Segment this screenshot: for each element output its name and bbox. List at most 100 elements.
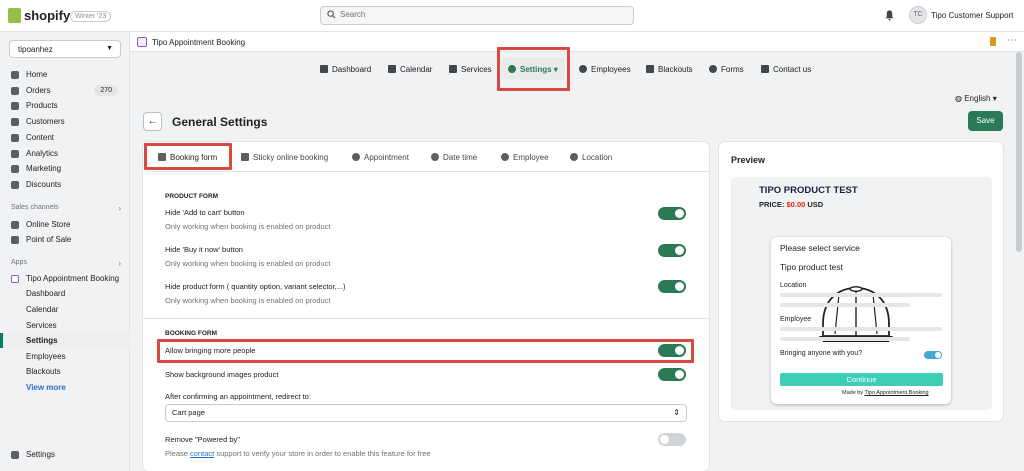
remove-powered-by-label: Remove "Powered by"	[165, 435, 240, 444]
tab-services[interactable]: Services	[449, 64, 492, 76]
sidebar-subitem-settings[interactable]: Settings	[0, 333, 130, 348]
app-title: Tipo Appointment Booking	[152, 38, 246, 47]
tab-sticky-online-booking[interactable]: Sticky online booking	[241, 153, 328, 162]
sidebar-item-online-store[interactable]: Online Store	[0, 217, 130, 232]
settings-highlight-box	[497, 47, 570, 91]
sidebar-item-label: Orders	[26, 86, 51, 95]
widget-location-label: Location	[780, 282, 807, 289]
tag-icon	[11, 102, 19, 110]
avatar[interactable]: TC	[909, 6, 927, 24]
hide-add-to-cart-label: Hide 'Add to cart' button	[165, 208, 245, 217]
location-placeholder-bar	[780, 303, 910, 307]
continue-button[interactable]: Continue	[780, 373, 943, 386]
tab-contact-us[interactable]: Contact us	[761, 64, 811, 76]
tab-label: Blackouts	[658, 65, 693, 74]
tab-label: Employee	[513, 153, 549, 162]
hide-add-to-cart-help: Only working when booking is enabled on …	[165, 222, 331, 231]
location-placeholder-bar	[780, 293, 942, 297]
contact-link[interactable]: contact	[190, 449, 214, 458]
shopify-logo-icon[interactable]	[8, 8, 21, 23]
save-button[interactable]: Save	[968, 111, 1003, 131]
show-bg-images-toggle[interactable]	[658, 368, 686, 381]
hide-product-form-toggle[interactable]	[658, 280, 686, 293]
sidebar-item-customers[interactable]: Customers	[0, 114, 130, 129]
sidebar-subitem-employees[interactable]: Employees	[0, 349, 130, 364]
caret-down-icon: ▾	[992, 94, 997, 103]
view-more-link[interactable]: View more	[0, 380, 130, 395]
language-selector[interactable]: ◍ English ▾	[955, 94, 997, 103]
search-input[interactable]	[320, 6, 634, 25]
app-icon	[11, 275, 19, 283]
sidebar-subitem-calendar[interactable]: Calendar	[0, 302, 130, 317]
hide-add-to-cart-toggle[interactable]	[658, 207, 686, 220]
allow-more-highlight-box	[157, 339, 694, 363]
sidebar-item-discounts[interactable]: Discounts	[0, 177, 130, 192]
sidebar-item-orders[interactable]: Orders 270	[0, 83, 130, 98]
more-options-icon[interactable]: ⋯	[1007, 35, 1017, 46]
chevron-right-icon: ›	[118, 204, 121, 213]
globe-icon: ◍	[955, 94, 962, 103]
help-text: Please	[165, 449, 188, 458]
tab-forms[interactable]: Forms	[709, 64, 744, 76]
sidebar-item-settings[interactable]: Settings	[0, 447, 130, 462]
tab-label: Dashboard	[332, 65, 372, 74]
person-icon	[501, 153, 509, 161]
store-selector[interactable]: tipoanhez ▼	[9, 40, 121, 58]
apps-heading[interactable]: Apps ›	[11, 259, 121, 268]
widget-bringing-toggle[interactable]	[924, 351, 942, 359]
pin-icon[interactable]	[990, 37, 996, 46]
sidebar-subitem-dashboard[interactable]: Dashboard	[0, 286, 130, 301]
chart-icon	[320, 65, 328, 73]
sidebar-subitem-blackouts[interactable]: Blackouts	[0, 364, 130, 379]
shopify-wordmark[interactable]: shopify	[24, 8, 70, 23]
remove-powered-by-toggle[interactable]	[658, 433, 686, 446]
sidebar-item-content[interactable]: Content	[0, 130, 130, 145]
sidebar-item-label: Discounts	[26, 180, 62, 189]
back-button[interactable]: ←	[143, 112, 162, 131]
orders-count-badge: 270	[94, 85, 118, 96]
sidebar-item-label: Products	[26, 101, 58, 110]
product-price: PRICE: $0.00 USD	[759, 200, 823, 209]
sidebar-item-home[interactable]: Home	[0, 67, 130, 82]
tab-employee[interactable]: Employee	[501, 153, 549, 162]
hide-buy-now-help: Only working when booking is enabled on …	[165, 259, 331, 268]
person-icon	[579, 65, 587, 73]
sales-channels-heading[interactable]: Sales channels ›	[11, 204, 121, 213]
sales-channels-label: Sales channels	[11, 204, 59, 211]
tab-label: Forms	[721, 65, 744, 74]
sticky-icon	[241, 153, 249, 161]
home-icon	[11, 71, 19, 79]
sidebar-item-marketing[interactable]: Marketing	[0, 161, 130, 176]
tab-location[interactable]: Location	[570, 153, 612, 162]
sidebar-item-label: Customers	[26, 117, 65, 126]
price-label: PRICE:	[759, 200, 785, 209]
sidebar-subitem-services[interactable]: Services	[0, 318, 130, 333]
bell-icon[interactable]	[884, 9, 895, 21]
tab-calendar[interactable]: Calendar	[388, 64, 432, 76]
hide-buy-now-toggle[interactable]	[658, 244, 686, 257]
tab-appointment[interactable]: Appointment	[352, 153, 409, 162]
tab-employees[interactable]: Employees	[579, 64, 631, 76]
tab-date-time[interactable]: Date time	[431, 153, 477, 162]
made-by-link[interactable]: Tipo Appointment Booking	[865, 390, 929, 396]
scrollbar[interactable]	[1016, 52, 1022, 252]
redirect-select[interactable]: Cart page ⇕	[165, 404, 687, 422]
hide-product-form-label: Hide product form ( quantity option, var…	[165, 282, 346, 291]
currency: USD	[807, 200, 824, 209]
sidebar-item-point-of-sale[interactable]: Point of Sale	[0, 232, 130, 247]
section-divider	[143, 318, 709, 319]
language-label: English	[964, 94, 991, 103]
sidebar-item-products[interactable]: Products	[0, 98, 130, 113]
account-name[interactable]: Tipo Customer Support	[931, 11, 1013, 20]
sidebar-item-label: Home	[26, 70, 48, 79]
sidebar-item-analytics[interactable]: Analytics	[0, 146, 130, 161]
search-placeholder: Search	[340, 10, 366, 19]
product-form-heading: PRODUCT FORM	[165, 193, 219, 200]
sidebar-item-tipo-app[interactable]: Tipo Appointment Booking	[0, 271, 130, 286]
tab-dashboard[interactable]: Dashboard	[320, 64, 371, 76]
tab-label: Date time	[443, 153, 478, 162]
tab-blackouts[interactable]: Blackouts	[646, 64, 693, 76]
hide-product-form-help: Only working when booking is enabled on …	[165, 296, 331, 305]
release-badge: Winter '23	[70, 11, 112, 22]
clock-icon	[431, 153, 439, 161]
